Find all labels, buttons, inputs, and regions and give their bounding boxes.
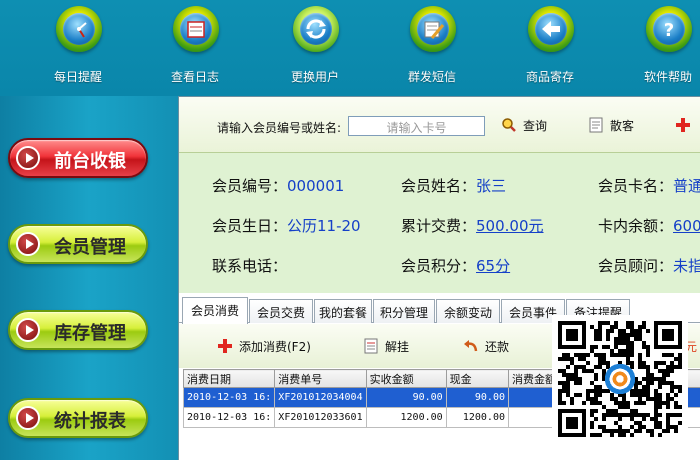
add-consume-label: 添加消费(F2) — [239, 340, 311, 354]
tab-points[interactable]: 积分管理 — [373, 299, 435, 323]
nav-front-cashier-label: 前台收银 — [54, 151, 126, 172]
nav-statistics-report[interactable]: 统计报表 — [8, 398, 148, 438]
switch-user-label: 更换用户 — [290, 70, 339, 84]
switch-user-icon — [293, 6, 339, 52]
search-bar: 请输入会员编号或姓名: 请输入卡号 查询 散客 — [179, 97, 700, 153]
goods-storage-label: 商品寄存 — [525, 70, 574, 84]
col-consume-date[interactable]: 消费日期 — [182, 369, 276, 388]
member-spent: 累计交费：500.00元 — [401, 215, 544, 236]
nav-statistics-report-label: 统计报表 — [54, 411, 126, 432]
member-points: 会员积分：65分 — [401, 255, 510, 276]
group-sms-button[interactable]: 群发短信 — [382, 6, 482, 90]
member-id-label: 会员编号： — [212, 177, 288, 195]
tab-member-consume[interactable]: 会员消费 — [182, 297, 248, 324]
add-consume-button[interactable]: 添加消费(F2) — [217, 338, 311, 355]
col-cash[interactable]: 现金 — [445, 369, 510, 388]
nav-member-management[interactable]: 会员管理 — [8, 224, 148, 264]
member-phone-label: 联系电话： — [212, 257, 288, 275]
member-phone: 联系电话： — [212, 255, 287, 276]
view-log-button[interactable]: 查看日志 — [145, 6, 245, 90]
hold-release-button[interactable]: 解挂 — [363, 338, 409, 355]
add-icon-button[interactable] — [675, 117, 697, 133]
query-label: 查询 — [523, 119, 548, 133]
back-arrow-icon — [528, 6, 574, 52]
qr-code-image — [558, 321, 682, 437]
switch-user-button[interactable]: 更换用户 — [265, 6, 365, 90]
card-number-input[interactable]: 请输入卡号 — [348, 116, 485, 136]
member-points-label: 会员积分： — [401, 257, 477, 275]
cell-date: 2010-12-03 16: — [182, 407, 276, 428]
nav-inventory-management-label: 库存管理 — [54, 323, 126, 344]
daily-reminder-button[interactable]: 每日提醒 — [28, 6, 128, 90]
member-name-label: 会员姓名： — [401, 177, 477, 195]
tab-my-package[interactable]: 我的套餐 — [314, 299, 372, 323]
repay-button[interactable]: 还款 — [463, 338, 509, 355]
play-icon — [16, 406, 40, 430]
member-advisor-label: 会员顾问： — [598, 257, 674, 275]
undo-icon — [463, 338, 479, 354]
member-card-label: 会员卡名： — [598, 177, 674, 195]
member-name-value: 张三 — [476, 177, 507, 195]
member-points-value[interactable]: 65分 — [476, 257, 510, 275]
svg-text:?: ? — [664, 20, 674, 41]
tab-member-payment[interactable]: 会员交费 — [249, 299, 313, 323]
cell-date: 2010-12-03 16: — [182, 387, 276, 408]
cell-received: 90.00 — [365, 387, 447, 408]
group-sms-label: 群发短信 — [407, 70, 456, 84]
help-icon: ? — [646, 6, 692, 52]
tab-balance-change[interactable]: 余额变动 — [436, 299, 500, 323]
guest-button[interactable]: 散客 — [588, 117, 634, 134]
nav-front-cashier[interactable]: 前台收银 — [8, 138, 148, 178]
member-birthday-value: 公历11-20 — [287, 217, 361, 235]
member-name: 会员姓名：张三 — [401, 175, 506, 196]
plus-icon — [217, 338, 233, 354]
cell-cash: 90.00 — [445, 387, 510, 408]
guest-label: 散客 — [610, 119, 635, 133]
play-icon — [16, 146, 40, 170]
play-icon — [16, 318, 40, 342]
help-label: 软件帮助 — [643, 70, 692, 84]
member-balance-label: 卡内余额： — [598, 217, 674, 235]
play-icon — [16, 232, 40, 256]
left-nav: 前台收银 会员管理 库存管理 统计报表 — [0, 96, 178, 460]
member-birthday: 会员生日：公历11-20 — [212, 215, 361, 236]
member-advisor-value: 未指 — [673, 257, 700, 275]
hold-release-label: 解挂 — [385, 340, 410, 354]
receipt-icon — [363, 338, 379, 354]
view-log-label: 查看日志 — [170, 70, 219, 84]
col-consume-no[interactable]: 消费单号 — [274, 369, 367, 388]
sms-edit-icon — [410, 6, 456, 52]
help-button[interactable]: ? 软件帮助 — [618, 6, 700, 90]
top-toolbar: 每日提醒 查看日志 更换用户 群发短信 商品寄存 ? 软件帮助 — [0, 0, 700, 96]
member-balance: 卡内余额：600 — [598, 215, 700, 236]
query-button[interactable]: 查询 — [501, 117, 547, 134]
qr-code — [552, 315, 688, 443]
plus-icon — [675, 117, 691, 133]
cell-received: 1200.00 — [365, 407, 447, 428]
member-birthday-label: 会员生日： — [212, 217, 288, 235]
member-id-value: 000001 — [287, 177, 345, 195]
member-advisor: 会员顾问：未指 — [598, 255, 700, 276]
calendar-log-icon — [173, 6, 219, 52]
col-received[interactable]: 实收金额 — [365, 369, 447, 388]
search-icon — [501, 117, 517, 133]
clock-icon — [56, 6, 102, 52]
member-id: 会员编号：000001 — [212, 175, 344, 196]
nav-member-management-label: 会员管理 — [54, 237, 126, 258]
daily-reminder-label: 每日提醒 — [53, 70, 102, 84]
nav-inventory-management[interactable]: 库存管理 — [8, 310, 148, 350]
cell-no: XF201012034004 — [274, 387, 367, 408]
member-card-value: 普通 — [673, 177, 700, 195]
member-card: 会员卡名：普通 — [598, 175, 700, 196]
search-prompt: 请输入会员编号或姓名: — [217, 121, 342, 135]
member-balance-value[interactable]: 600 — [673, 217, 700, 235]
document-icon — [588, 117, 604, 133]
cell-no: XF201012033601 — [274, 407, 367, 428]
repay-label: 还款 — [485, 340, 510, 354]
goods-storage-button[interactable]: 商品寄存 — [500, 6, 600, 90]
cell-cash: 1200.00 — [445, 407, 510, 428]
member-info-panel: 会员编号：000001 会员姓名：张三 会员卡名：普通 会员生日：公历11-20… — [179, 153, 700, 293]
member-spent-value[interactable]: 500.00元 — [476, 217, 544, 235]
member-spent-label: 累计交费： — [401, 217, 477, 235]
